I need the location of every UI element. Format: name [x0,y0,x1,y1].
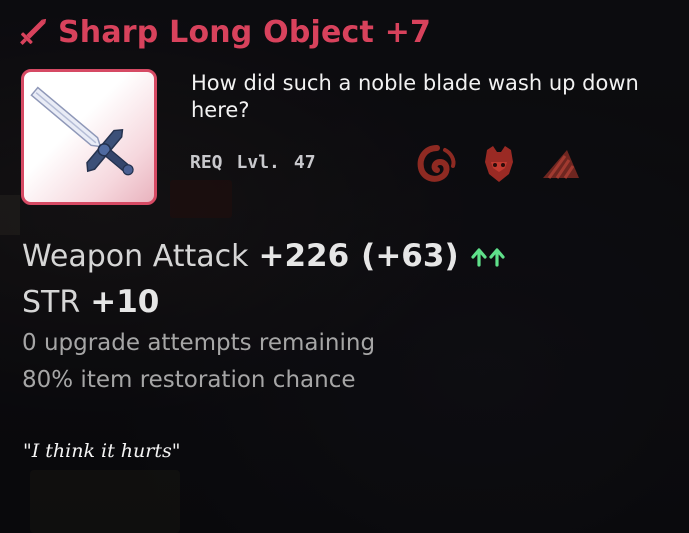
warrior-helmet-icon [485,146,513,182]
flavor-text: "I think it hurts" [23,440,181,462]
weapon-attack-bonus: (+63) [361,238,459,274]
pirate-swirl-icon [417,145,456,182]
weapon-attack-stat: Weapon Attack +226 (+63) [22,238,509,274]
item-icon-frame[interactable] [21,69,157,205]
required-level: 47 [293,152,316,173]
item-description: How did such a noble blade wash up down … [191,71,639,122]
upgrade-attempts-text: 0 upgrade attempts remaining [22,330,376,356]
level-label: Lvl. [236,152,280,173]
double-up-arrow-icon [469,245,509,267]
level-requirement: REQ Lvl. 47 [190,152,316,173]
restoration-chance-text: 80% item restoration chance [22,367,356,393]
weapon-attack-label: Weapon Attack [22,239,249,274]
requirement-prefix: REQ [190,152,223,173]
thief-claw-icon [543,150,579,179]
item-tooltip: Sharp Long Object +7 How did such a nobl… [0,0,689,533]
item-name: Sharp Long Object +7 [58,14,432,50]
sword-item-icon [30,86,134,176]
class-restriction-icons [415,144,601,184]
str-stat: STR +10 [22,284,159,320]
weapon-attack-value: +226 [258,238,350,274]
str-label: STR [22,285,81,320]
sword-category-icon [20,18,47,45]
item-title-row: Sharp Long Object +7 [14,12,431,52]
str-value: +10 [90,284,160,320]
